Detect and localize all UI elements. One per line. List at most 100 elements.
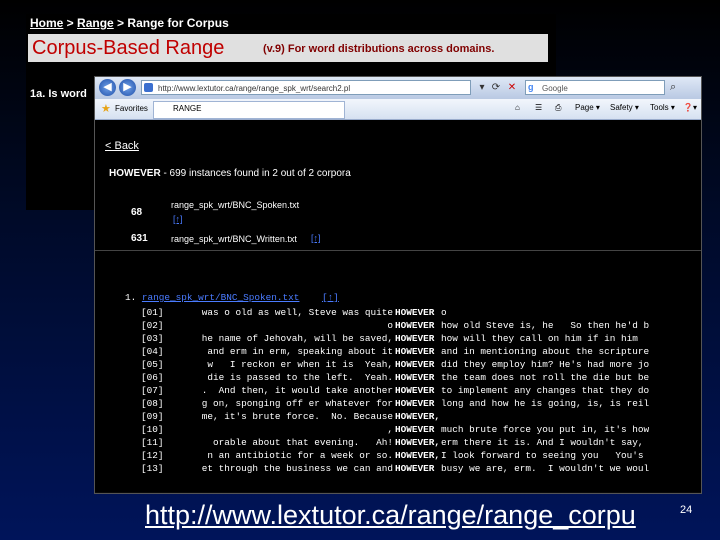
corpus-link[interactable]: [↑] (173, 214, 183, 224)
concordance-line: [02] o HOWEVER how old Steve is, he So then… (141, 320, 701, 333)
concordance-line: [09] me, it's brute force. No. Because HOW… (141, 411, 701, 424)
breadcrumb-separator: > (63, 16, 78, 30)
left-context: orable about that evening. Ah! (212, 437, 393, 448)
feeds-icon[interactable]: ☰ (535, 103, 542, 112)
concordance-line: [12] n an antibiotic for a week or so. HOW… (141, 450, 701, 463)
safety-menu[interactable]: Safety ▾ (610, 103, 639, 112)
search-icon[interactable]: ⌕ (670, 81, 676, 94)
keyword: HOWEVER (395, 333, 435, 344)
concordance-index: 1. (125, 292, 137, 303)
line-number: [11] (141, 437, 164, 448)
line-number: [07] (141, 385, 164, 396)
refresh-icon[interactable]: ⟳ (489, 81, 503, 95)
left-context: o (387, 320, 393, 331)
favorites-star-icon[interactable]: ★ (101, 102, 111, 115)
left-context: he name of Jehovah, will be saved, (201, 333, 393, 344)
line-number: [10] (141, 424, 164, 435)
keyword: HOWEVER (395, 372, 435, 383)
help-icon[interactable]: ❓▾ (683, 103, 697, 112)
page-favicon-icon (144, 83, 153, 92)
line-number: [12] (141, 450, 164, 461)
left-context: g on, sponging off er whatever for (201, 398, 393, 409)
page-menu[interactable]: Page ▾ (575, 103, 600, 112)
left-context: me, it's brute force. No. Because (201, 411, 393, 422)
google-icon: g (528, 82, 534, 92)
page-number: 24 (680, 504, 693, 516)
concordance-link[interactable]: [↑] (322, 292, 339, 303)
browser-tab-label: RANGE (173, 104, 202, 113)
right-context: did they employ him? He's had more jo (441, 359, 650, 370)
forward-arrow-icon[interactable]: ▶ (119, 79, 136, 96)
search-word: HOWEVER (109, 168, 161, 179)
breadcrumb-range-link[interactable]: Range (77, 16, 114, 30)
left-context: w I reckon er when it is Yeah, (207, 359, 393, 370)
concordance-line: [01] was o old as well, Steve was quite HO… (141, 307, 701, 320)
dropdown-icon[interactable]: ▾ (475, 81, 489, 95)
keyword: HOWEVER, (395, 450, 441, 461)
divider (95, 250, 701, 251)
address-bar: ◀ ▶ http://www.lextutor.ca/range/range_s… (95, 77, 701, 99)
right-context: to implement any changes that they do (441, 385, 650, 396)
results-summary: HOWEVER - 699 instances found in 2 out o… (109, 168, 351, 179)
breadcrumb-home-link[interactable]: Home (30, 16, 63, 30)
concordance-file-link[interactable]: range_spk_wrt/BNC_Spoken.txt (142, 292, 300, 303)
back-arrow-icon[interactable]: ◀ (99, 79, 116, 96)
back-link[interactable]: < Back (105, 140, 139, 152)
title-banner: Corpus-Based Range (v.9) For word distri… (28, 34, 548, 62)
concordance-line: [03] he name of Jehovah, will be saved, HO… (141, 333, 701, 346)
favorites-bar: ★ Favorites RANGE ⌂ ☰ ⎙ Page ▾ Safety ▾ … (95, 99, 701, 120)
right-context: busy we are, erm. I wouldn't we woul (441, 463, 650, 474)
corpus-file: range_spk_wrt/BNC_Spoken.txt (171, 200, 300, 210)
line-number: [13] (141, 463, 164, 474)
concordance-line: [07] . And then, it would take another HOW… (141, 385, 701, 398)
home-icon[interactable]: ⌂ (515, 103, 520, 112)
keyword: HOWEVER (395, 424, 435, 435)
favorites-button[interactable]: Favorites (115, 104, 148, 113)
banner-title: Corpus-Based Range (32, 37, 225, 59)
line-number: [01] (141, 307, 164, 318)
breadcrumb-current: Range for Corpus (127, 16, 229, 30)
breadcrumb: Home > Range > Range for Corpus (30, 16, 229, 30)
keyword: HOWEVER (395, 359, 435, 370)
keyword: HOWEVER (395, 398, 435, 409)
concordance-line: [04] and erm in erm, speaking about it HOW… (141, 346, 701, 359)
keyword: HOWEVER (395, 320, 435, 331)
concordance-line: [13] et through the business we can and HO… (141, 463, 701, 476)
url-input[interactable]: http://www.lextutor.ca/range/range_spk_w… (141, 80, 471, 95)
concordance-line: [05] w I reckon er when it is Yeah, HOWEVE… (141, 359, 701, 372)
corpus-link[interactable]: [↑] (311, 233, 321, 243)
concordance-line: [11] orable about that evening. Ah! HOWEVE… (141, 437, 701, 450)
right-context: I look forward to seeing you You's (441, 450, 644, 461)
keyword: HOWEVER (395, 346, 435, 357)
print-icon[interactable]: ⎙ (555, 103, 561, 113)
page-content: < Back HOWEVER - 699 instances found in … (95, 120, 701, 492)
banner-subtitle: (v.9) For word distributions across doma… (263, 43, 495, 55)
results-summary-text: - 699 instances found in 2 out of 2 corp… (160, 168, 351, 179)
breadcrumb-separator: > (113, 16, 128, 30)
left-context: and erm in erm, speaking about it (207, 346, 393, 357)
concordance-line: [10], HOWEVER much brute force you put in,… (141, 424, 701, 437)
left-context: et through the business we can and (201, 463, 393, 474)
keyword: HOWEVER (395, 307, 435, 318)
stop-icon[interactable]: ✕ (505, 81, 519, 95)
concordance-line: [08] g on, sponging off er whatever for HO… (141, 398, 701, 411)
concordance-header: 1. range_spk_wrt/BNC_Spoken.txt [↑] (125, 292, 339, 303)
browser-window: ◀ ▶ http://www.lextutor.ca/range/range_s… (94, 76, 702, 494)
right-context: how old Steve is, he So then he'd b (441, 320, 650, 331)
keyword: HOWEVER, (395, 437, 441, 448)
left-context: die is passed to the left. Yeah. (207, 372, 393, 383)
line-number: [02] (141, 320, 164, 331)
footer-url-link[interactable]: http://www.lextutor.ca/range/range_corpu (145, 500, 636, 531)
line-number: [03] (141, 333, 164, 344)
corpus-count: 631 (131, 233, 148, 244)
left-context: n an antibiotic for a week or so. (207, 450, 393, 461)
line-number: [08] (141, 398, 164, 409)
right-context: o (441, 307, 447, 318)
question-label: 1a. Is word (30, 88, 87, 100)
line-number: [04] (141, 346, 164, 357)
left-context: was o old as well, Steve was quite (201, 307, 393, 318)
right-context: and in mentioning about the scripture (441, 346, 650, 357)
search-input[interactable]: Google (525, 80, 665, 95)
tools-menu[interactable]: Tools ▾ (650, 103, 675, 112)
line-number: [09] (141, 411, 164, 422)
